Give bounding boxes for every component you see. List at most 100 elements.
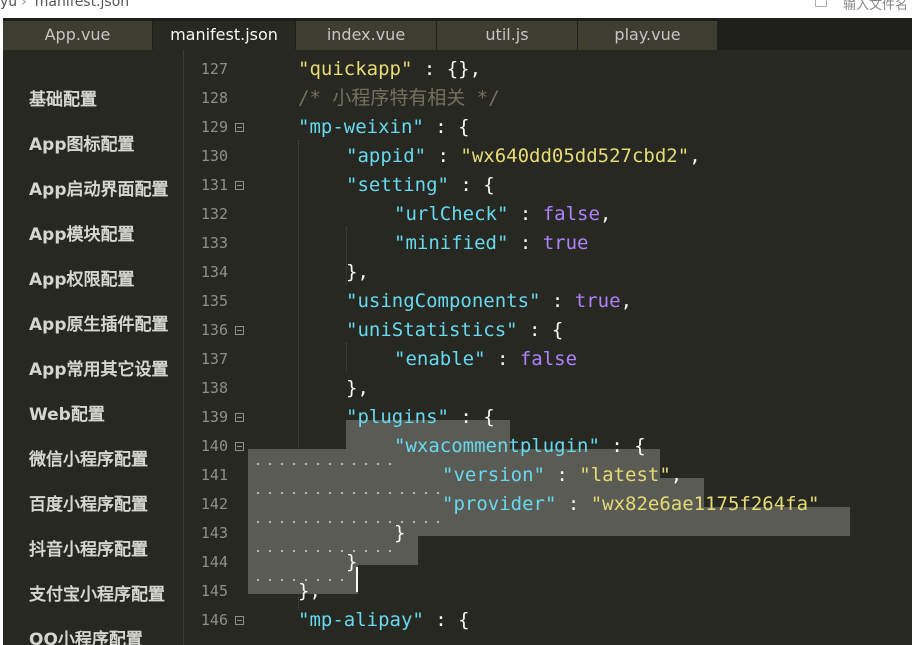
code-token: "wx82e6ae1175f264fa" <box>590 493 820 515</box>
line-number-gutter: 127 128 129 130 131 132 133 134 135 136 … <box>183 50 248 645</box>
sidebar-item-alipay[interactable]: 支付宝小程序配置 <box>29 580 165 605</box>
code-line-129: "mp-weixin" : { <box>298 113 470 142</box>
code-token: : <box>540 290 575 312</box>
file-search-input[interactable]: 输入文件名 <box>843 0 908 13</box>
text-cursor <box>356 567 358 592</box>
breadcrumb-file[interactable]: manifest.json <box>35 0 129 10</box>
code-line-137: "enable" : false <box>394 345 577 374</box>
code-line-141: "version" : "latest", <box>442 461 682 490</box>
file-search-icon[interactable] <box>815 0 827 7</box>
line-number: 145 <box>200 582 228 600</box>
code-line-128: /* 小程序特有相关 */ <box>298 84 500 113</box>
line-number: 141 <box>200 466 228 484</box>
code-line-142: "provider" : "wx82e6ae1175f264fa" <box>442 490 820 519</box>
sidebar-item-app-native-plugins[interactable]: App原生插件配置 <box>29 310 169 335</box>
fold-toggle-icon[interactable] <box>235 413 244 422</box>
line-number: 144 <box>200 553 228 571</box>
code-line-138: }, <box>346 374 369 403</box>
sidebar-item-douyin[interactable]: 抖音小程序配置 <box>29 535 148 560</box>
code-token: "uniStatistics" <box>346 319 518 341</box>
code-token: : { <box>517 319 564 341</box>
code-line-127: "quickapp" : {}, <box>298 55 481 84</box>
code-line-133: "minified" : true <box>394 229 588 258</box>
tab-index-vue[interactable]: index.vue <box>296 21 437 50</box>
code-token: : <box>544 464 580 486</box>
sidebar-item-qq[interactable]: QQ小程序配置 <box>29 625 143 645</box>
code-token: : <box>508 232 543 254</box>
sidebar-item-basic[interactable]: 基础配置 <box>29 85 97 110</box>
code-token: "mp-alipay" <box>298 609 424 631</box>
breadcrumb-folder[interactable]: yu <box>0 0 17 10</box>
code-token: "urlCheck" <box>394 203 509 225</box>
code-token: : { <box>448 174 495 196</box>
tab-bar: App.vue manifest.json index.vue util.js … <box>3 18 912 50</box>
code-token: : <box>485 348 520 370</box>
sidebar-item-app-icon[interactable]: App图标配置 <box>29 130 135 155</box>
code-line-132: "urlCheck" : false, <box>394 200 611 229</box>
code-token: false <box>519 348 578 370</box>
code-line-131: "setting" : { <box>346 171 495 200</box>
line-number: 138 <box>200 379 228 397</box>
whitespace-marker <box>252 492 440 494</box>
sidebar-item-app-modules[interactable]: App模块配置 <box>29 220 135 245</box>
sidebar-item-app-splash[interactable]: App启动界面配置 <box>29 175 169 200</box>
whitespace-marker <box>252 521 440 523</box>
code-token: }, <box>346 261 369 283</box>
code-token: "setting" <box>346 174 449 196</box>
sidebar-item-app-other[interactable]: App常用其它设置 <box>29 355 169 380</box>
line-number: 139 <box>200 408 228 426</box>
manifest-config-sidebar: 基础配置 App图标配置 App启动界面配置 App模块配置 App权限配置 A… <box>3 50 183 645</box>
tab-play-vue[interactable]: play.vue <box>578 21 718 50</box>
tab-app-vue[interactable]: App.vue <box>3 21 153 50</box>
fold-toggle-icon[interactable] <box>235 442 244 451</box>
line-number: 136 <box>200 321 228 339</box>
line-number: 132 <box>200 205 228 223</box>
fold-toggle-icon[interactable] <box>235 616 244 625</box>
code-comment: /* 小程序特有相关 */ <box>298 87 500 109</box>
whitespace-marker <box>252 463 392 465</box>
line-number: 142 <box>200 495 228 513</box>
line-number: 133 <box>200 234 228 252</box>
sidebar-item-baidu[interactable]: 百度小程序配置 <box>29 490 148 515</box>
fold-toggle-icon[interactable] <box>235 326 244 335</box>
tab-util-js[interactable]: util.js <box>437 21 578 50</box>
fold-toggle-icon[interactable] <box>235 123 244 132</box>
code-token: "mp-weixin" <box>298 116 424 138</box>
code-token: "latest" <box>579 464 671 486</box>
whitespace-marker <box>252 550 392 552</box>
code-token: : { <box>448 406 495 428</box>
code-token: : { <box>599 435 646 457</box>
code-token: "appid" <box>346 145 427 167</box>
code-token: "plugins" <box>346 406 449 428</box>
code-token: , <box>599 203 612 225</box>
editor-window: App.vue manifest.json index.vue util.js … <box>3 18 912 645</box>
code-token: , <box>620 290 633 312</box>
code-token: , <box>670 464 683 486</box>
sidebar-item-app-permissions[interactable]: App权限配置 <box>29 265 135 290</box>
sidebar-item-web[interactable]: Web配置 <box>29 400 105 425</box>
line-number: 127 <box>200 60 228 78</box>
code-editor[interactable]: "quickapp" : {}, /* 小程序特有相关 */ "mp-weixi… <box>248 50 912 645</box>
code-token: true <box>574 290 621 312</box>
code-token: "usingComponents" <box>346 290 541 312</box>
code-token: true <box>542 232 589 254</box>
tab-manifest-json[interactable]: manifest.json <box>153 21 296 50</box>
line-number: 140 <box>200 437 228 455</box>
line-number: 134 <box>200 263 228 281</box>
line-number: 143 <box>200 524 228 542</box>
code-token: : <box>556 493 591 515</box>
sidebar-item-weixin[interactable]: 微信小程序配置 <box>29 445 148 470</box>
code-line-140: "wxacommentplugin" : { <box>394 432 646 461</box>
code-line-139: "plugins" : { <box>346 403 495 432</box>
code-line-134: }, <box>346 258 369 287</box>
code-token: "provider" <box>442 493 557 515</box>
code-token: "wx640dd05dd527cbd2" <box>460 145 690 167</box>
code-token: : { <box>423 116 470 138</box>
code-token: false <box>542 203 600 225</box>
code-token: } <box>394 522 406 544</box>
indent-guide <box>346 343 347 372</box>
code-line-143: } <box>394 519 405 548</box>
line-number: 135 <box>200 292 228 310</box>
fold-toggle-icon[interactable] <box>235 181 244 190</box>
code-token: : {}, <box>412 58 482 80</box>
